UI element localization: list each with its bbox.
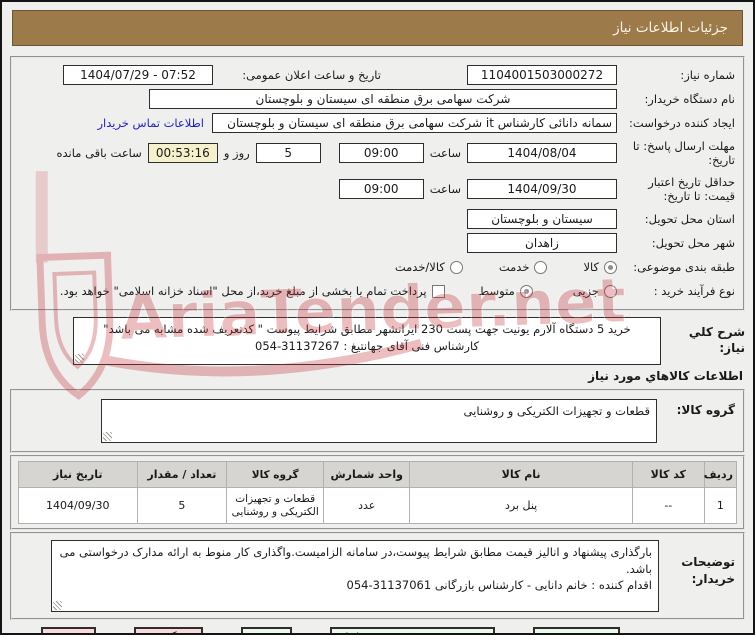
- radio-icon-partial[interactable]: [604, 284, 617, 298]
- description-section: شرح کلي نياز: خرید 5 دستگاه آلارم یونیت …: [10, 317, 745, 365]
- cell-group: قطعات و تجهیزات الکتریکی و روشنایی: [226, 487, 325, 524]
- header-unit: واحد شمارش: [323, 461, 411, 488]
- goods-group-panel: گروه کالا: قطعات و تجهیزات الکتریکی و رو…: [10, 389, 745, 453]
- radio-option-goods-service[interactable]: کالا/خدمت: [395, 260, 463, 274]
- cell-unit: عدد: [323, 487, 411, 524]
- process-type-row: نوع فرآیند خرید : جزیی متوسط پرداخت تمام…: [20, 281, 735, 301]
- city-label: شهر محل تحویل:: [651, 235, 735, 250]
- header-group: گروه کالا: [226, 461, 325, 488]
- resize-grip-icon[interactable]: [53, 601, 62, 610]
- buyer-notes-line1: بارگذاری پیشنهاد و انالیز قیمت مطابق شرا…: [59, 545, 652, 576]
- validity-row: حداقل تاریخ اعتبار قیمت: تا تاریخ: 1404/…: [20, 173, 735, 205]
- buyer-org-label: نام دستگاه خریدار:: [644, 91, 735, 106]
- buyer-org-field[interactable]: شرکت سهامی برق منطقه ای سیستان و بلوچستا…: [149, 89, 617, 109]
- radio-icon-medium[interactable]: [519, 284, 533, 298]
- radio-icon-goods[interactable]: [604, 260, 617, 274]
- need-info-panel: شماره نیاز: 1104001503000272 تاریخ و ساع…: [10, 56, 745, 311]
- description-textarea[interactable]: خرید 5 دستگاه آلارم یونیت جهت پست 230 ای…: [73, 317, 661, 365]
- treasury-checkbox-option[interactable]: پرداخت تمام یا بخشی از مبلغ خرید،از محل …: [60, 284, 445, 298]
- back-button[interactable]: بازگشت: [134, 627, 204, 633]
- goods-table: ردیف کد کالا نام کالا واحد شمارش گروه کا…: [18, 461, 738, 524]
- creator-label: ایجاد کننده درخواست:: [629, 115, 735, 130]
- cell-row-number: 1: [703, 487, 738, 524]
- cell-quantity: 5: [136, 487, 228, 524]
- province-label: استان محل تحویل:: [644, 211, 735, 226]
- buyer-contact-link[interactable]: اطلاعات تماس خریدار: [97, 116, 204, 130]
- buyer-notes-line2: اقدام کننده : خانم دانایی - کارشناس بازر…: [346, 578, 652, 593]
- city-row: شهر محل تحویل: زاهدان: [20, 233, 735, 253]
- buyer-org-row: نام دستگاه خریدار: شرکت سهامی برق منطقه …: [20, 89, 735, 109]
- need-number-label: شماره نیاز:: [680, 67, 735, 82]
- cell-item-name: پنل برد: [409, 487, 633, 524]
- remaining-days-label: روز و: [223, 146, 250, 160]
- cell-item-code: --: [631, 487, 705, 524]
- table-row: 1 -- پنل برد عدد قطعات و تجهیزات الکتریک…: [18, 487, 738, 524]
- treasury-checkbox-label: پرداخت تمام یا بخشی از مبلغ خرید،از محل …: [59, 284, 427, 298]
- validity-time-label: ساعت: [429, 182, 461, 196]
- buyer-notes-label: توضیحات خریدار:: [681, 555, 735, 586]
- description-line1: خرید 5 دستگاه آلارم یونیت جهت پست 230 ای…: [103, 322, 631, 336]
- cell-need-date: 1404/09/30: [18, 487, 138, 524]
- need-details-page: جزئیات اطلاعات نیاز شماره نیاز: 11040015…: [0, 0, 755, 635]
- province-row: استان محل تحویل: سیستان و بلوچستان: [20, 209, 735, 229]
- deadline-label: مهلت ارسال پاسخ: تا تاریخ:: [632, 138, 735, 167]
- deadline-time-label: ساعت: [429, 146, 461, 160]
- view-attachments-button[interactable]: مشاهده مدارک پیوستي (2): [329, 627, 496, 633]
- action-buttons-row: پاسخ به نیاز مشاهده مدارک پیوستي (2) چاپ…: [10, 627, 620, 633]
- announce-label: تاریخ و ساعت اعلان عمومی:: [242, 67, 381, 82]
- header-need-date: تاریخ نیاز: [18, 461, 138, 488]
- goods-table-panel: ردیف کد کالا نام کالا واحد شمارش گروه کا…: [10, 455, 745, 530]
- header-row-number: ردیف: [703, 461, 738, 488]
- respond-to-need-button[interactable]: پاسخ به نیاز: [533, 627, 620, 633]
- radio-option-partial[interactable]: جزیی: [573, 284, 617, 298]
- deadline-time-field[interactable]: 09:00: [338, 143, 424, 163]
- need-number-field[interactable]: 1104001503000272: [467, 65, 617, 85]
- classification-label: طبقه بندی موضوعی:: [633, 259, 735, 274]
- announce-field[interactable]: 1404/07/29 - 07:52: [63, 65, 213, 85]
- city-field[interactable]: زاهدان: [467, 233, 617, 253]
- validity-date-field[interactable]: 1404/09/30: [467, 179, 617, 199]
- deadline-row: مهلت ارسال پاسخ: تا تاریخ: 1404/08/04 سا…: [20, 137, 736, 169]
- header-quantity: تعداد / مقدار: [136, 461, 228, 488]
- print-button[interactable]: چاپ: [241, 627, 292, 633]
- radio-option-goods[interactable]: کالا: [583, 260, 617, 274]
- table-header-row: ردیف کد کالا نام کالا واحد شمارش گروه کا…: [18, 461, 738, 488]
- goods-group-field[interactable]: قطعات و تجهیزات الکتریکی و روشنایی: [101, 399, 657, 443]
- classification-row: طبقه بندی موضوعی: کالا خدمت کالا/خدمت: [20, 257, 735, 277]
- deadline-date-field[interactable]: 1404/08/04: [467, 143, 617, 163]
- goods-group-label: گروه کالا:: [676, 403, 735, 417]
- page-title: جزئیات اطلاعات نیاز: [12, 10, 743, 46]
- remaining-hours-field: 00:53:16: [147, 143, 218, 163]
- creator-field[interactable]: سمانه دانائی کارشناس it شرکت سهامی برق م…: [212, 113, 617, 133]
- radio-option-medium[interactable]: متوسط: [479, 284, 533, 298]
- buyer-notes-textarea[interactable]: بارگذاری پیشنهاد و انالیز قیمت مطابق شرا…: [51, 540, 659, 612]
- header-item-code: کد کالا: [631, 461, 705, 488]
- resize-grip-icon[interactable]: [103, 432, 112, 441]
- need-number-row: شماره نیاز: 1104001503000272 تاریخ و ساع…: [20, 65, 735, 85]
- exit-button[interactable]: خروج: [40, 627, 97, 633]
- treasury-checkbox-icon[interactable]: [431, 284, 445, 298]
- remaining-hours-label: ساعت باقی مانده: [56, 146, 142, 160]
- validity-time-field[interactable]: 09:00: [338, 179, 424, 199]
- province-field[interactable]: سیستان و بلوچستان: [467, 209, 617, 229]
- description-line2: کارشناس فنی آقای جهانتیغ : 31137267-054: [255, 338, 479, 353]
- resize-grip-icon[interactable]: [75, 354, 84, 363]
- remaining-days-field: 5: [255, 143, 321, 163]
- header-item-name: نام کالا: [409, 461, 633, 488]
- radio-icon-service[interactable]: [534, 260, 548, 274]
- validity-label: حداقل تاریخ اعتبار قیمت: تا تاریخ:: [648, 174, 735, 203]
- goods-section-title: اطلاعات کالاهاي مورد نياز: [588, 369, 743, 383]
- creator-row: ایجاد کننده درخواست: سمانه دانائی کارشنا…: [20, 113, 735, 133]
- radio-icon-goods-service[interactable]: [449, 260, 463, 274]
- main-content: شماره نیاز: 1104001503000272 تاریخ و ساع…: [10, 56, 745, 633]
- radio-option-service[interactable]: خدمت: [499, 260, 548, 274]
- description-label: شرح کلي نياز:: [688, 325, 745, 355]
- process-type-label: نوع فرآیند خرید :: [653, 283, 735, 298]
- buyer-notes-panel: توضیحات خریدار: بارگذاری پیشنهاد و انالی…: [10, 532, 745, 620]
